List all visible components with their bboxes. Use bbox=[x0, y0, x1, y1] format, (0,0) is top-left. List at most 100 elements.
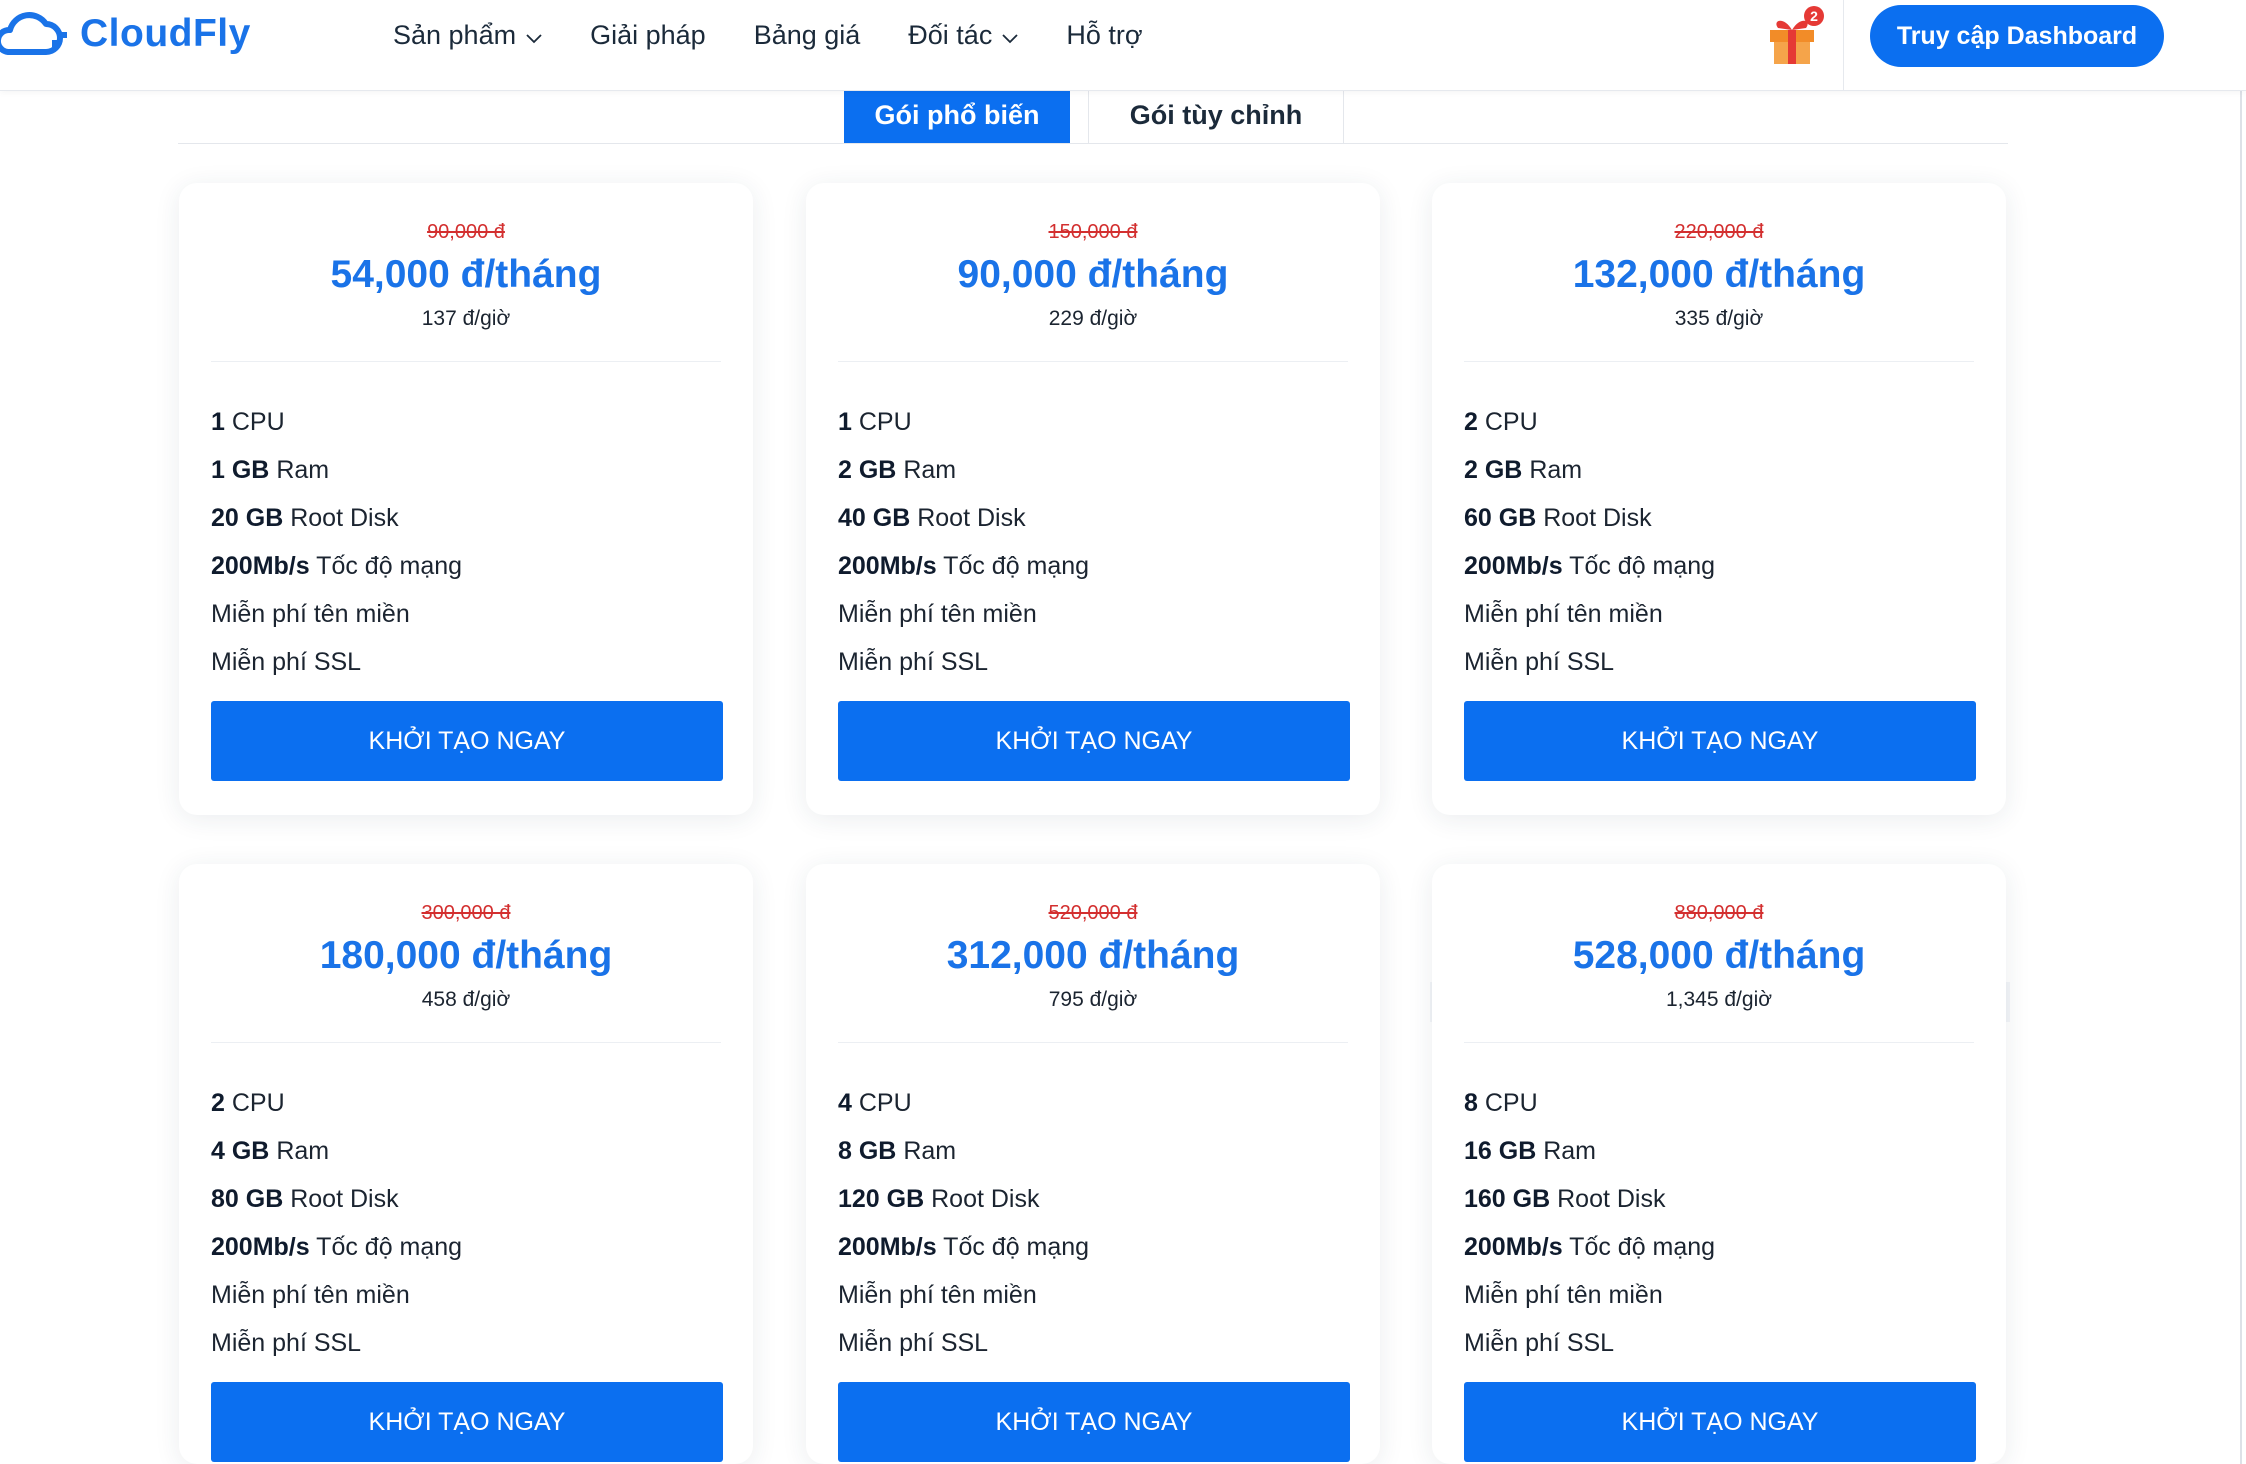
feature-label: CPU bbox=[858, 1089, 912, 1117]
feature-label: Ram bbox=[276, 1137, 330, 1165]
monthly-price: 528,000 đ/tháng bbox=[1572, 934, 1866, 977]
feature-cpu: 1 CPU bbox=[838, 408, 912, 437]
feature-ram: 2 GB Ram bbox=[1464, 456, 1582, 485]
create-now-button[interactable]: KHỞI TẠO NGAY bbox=[1464, 1382, 1976, 1462]
feature-ram: 4 GB Ram bbox=[211, 1137, 329, 1166]
feature-label: Root Disk bbox=[1543, 504, 1652, 532]
card-divider bbox=[211, 1042, 721, 1043]
feature-value: 200Mb/s bbox=[211, 1233, 310, 1261]
feature-free-domain: Miễn phí tên miền bbox=[1464, 1281, 1663, 1309]
feature-free-domain: Miễn phí tên miền bbox=[838, 1281, 1037, 1309]
feature-label: Root Disk bbox=[290, 1185, 399, 1213]
feature-network: 200Mb/s Tốc độ mạng bbox=[838, 552, 1089, 581]
feature-network: 200Mb/s Tốc độ mạng bbox=[1464, 1233, 1715, 1262]
nav-item-support[interactable]: Hỗ trợ bbox=[1066, 20, 1142, 51]
feature-ram: 8 GB Ram bbox=[838, 1137, 956, 1166]
feature-free-domain: Miễn phí tên miền bbox=[211, 1281, 410, 1309]
logo-text: CloudFly bbox=[80, 12, 251, 55]
feature-label: Tốc độ mạng bbox=[1569, 1233, 1716, 1261]
feature-label: Tốc độ mạng bbox=[316, 552, 463, 580]
tab-popular-plans[interactable]: Gói phổ biến bbox=[844, 88, 1070, 143]
feature-value: 2 bbox=[211, 1089, 225, 1117]
create-now-button[interactable]: KHỞI TẠO NGAY bbox=[838, 701, 1350, 781]
feature-value: 200Mb/s bbox=[838, 1233, 937, 1261]
plan-card: 90,000 đ 54,000 đ/tháng 137 đ/giờ 1 CPU 1 GB… bbox=[179, 183, 753, 815]
feature-value: 200Mb/s bbox=[838, 552, 937, 580]
dashboard-button[interactable]: Truy cập Dashboard bbox=[1870, 5, 2164, 67]
feature-disk: 120 GB Root Disk bbox=[838, 1185, 1040, 1214]
feature-label: Tốc độ mạng bbox=[943, 552, 1090, 580]
feature-cpu: 8 CPU bbox=[1464, 1089, 1538, 1118]
main-nav: Sản phẩm Giải pháp Bảng giá Đối tác Hỗ t… bbox=[393, 14, 1191, 56]
feature-label: Ram bbox=[276, 456, 330, 484]
card-divider bbox=[838, 1042, 1348, 1043]
create-now-button[interactable]: KHỞI TẠO NGAY bbox=[838, 1382, 1350, 1462]
original-price: 90,000 đ bbox=[427, 221, 505, 243]
feature-label: Root Disk bbox=[1557, 1185, 1666, 1213]
feature-label: Tốc độ mạng bbox=[316, 1233, 463, 1261]
feature-value: 2 bbox=[1464, 408, 1478, 436]
nav-item-label: Đối tác bbox=[908, 19, 993, 50]
feature-value: 160 GB bbox=[1464, 1185, 1551, 1213]
feature-value: 8 GB bbox=[838, 1137, 897, 1165]
feature-label: CPU bbox=[231, 1089, 285, 1117]
feature-value: 8 bbox=[1464, 1089, 1478, 1117]
create-now-button[interactable]: KHỞI TẠO NGAY bbox=[211, 701, 723, 781]
header-divider bbox=[1843, 0, 1844, 90]
tabs-divider bbox=[178, 143, 2008, 144]
plan-card: 300,000 đ 180,000 đ/tháng 458 đ/giờ 2 CPU 4 … bbox=[179, 864, 753, 1464]
hourly-price: 137 đ/giờ bbox=[421, 307, 511, 330]
plan-card: 220,000 đ 132,000 đ/tháng 335 đ/giờ 2 CPU 2 … bbox=[1432, 183, 2006, 815]
tab-custom-plans[interactable]: Gói tùy chỉnh bbox=[1088, 88, 1344, 143]
hourly-price: 335 đ/giờ bbox=[1674, 307, 1764, 330]
create-now-button[interactable]: KHỞI TẠO NGAY bbox=[1464, 701, 1976, 781]
feature-label: Tốc độ mạng bbox=[943, 1233, 1090, 1261]
feature-label: CPU bbox=[231, 408, 285, 436]
feature-network: 200Mb/s Tốc độ mạng bbox=[1464, 552, 1715, 581]
monthly-price: 90,000 đ/tháng bbox=[957, 253, 1229, 296]
nav-item-solutions[interactable]: Giải pháp bbox=[590, 20, 706, 51]
nav-item-label: Hỗ trợ bbox=[1066, 19, 1143, 50]
card-divider bbox=[1464, 1042, 1974, 1043]
nav-item-label: Bảng giá bbox=[753, 19, 861, 50]
feature-value: 1 bbox=[838, 408, 852, 436]
feature-value: 200Mb/s bbox=[1464, 552, 1563, 580]
plan-card: 150,000 đ 90,000 đ/tháng 229 đ/giờ 1 CPU 2 G… bbox=[806, 183, 1380, 815]
feature-free-ssl: Miễn phí SSL bbox=[211, 648, 362, 676]
create-now-button[interactable]: KHỞI TẠO NGAY bbox=[211, 1382, 723, 1462]
chevron-down-icon bbox=[1002, 20, 1018, 51]
nav-item-products[interactable]: Sản phẩm bbox=[393, 20, 542, 51]
feature-ram: 1 GB Ram bbox=[211, 456, 329, 485]
plan-card: 880,000 đ 528,000 đ/tháng 1,345 đ/giờ 8 CPU… bbox=[1432, 864, 2006, 1464]
feature-network: 200Mb/s Tốc độ mạng bbox=[838, 1233, 1089, 1262]
nav-item-partners[interactable]: Đối tác bbox=[908, 20, 1018, 51]
gift-button[interactable]: 2 bbox=[1766, 6, 1824, 66]
feature-cpu: 4 CPU bbox=[838, 1089, 912, 1118]
site-header: CloudFly Sản phẩm Giải pháp Bảng giá Đối… bbox=[0, 0, 2246, 91]
feature-cpu: 1 CPU bbox=[211, 408, 285, 437]
feature-value: 200Mb/s bbox=[211, 552, 310, 580]
notification-badge: 2 bbox=[1804, 6, 1824, 26]
feature-value: 2 GB bbox=[838, 456, 897, 484]
nav-item-pricing[interactable]: Bảng giá bbox=[754, 20, 861, 51]
monthly-price: 54,000 đ/tháng bbox=[330, 253, 602, 296]
feature-free-ssl: Miễn phí SSL bbox=[1464, 1329, 1615, 1357]
feature-free-ssl: Miễn phí SSL bbox=[838, 648, 989, 676]
feature-label: Ram bbox=[1543, 1137, 1597, 1165]
monthly-price: 132,000 đ/tháng bbox=[1572, 253, 1866, 296]
plan-card: 520,000 đ 312,000 đ/tháng 795 đ/giờ 4 CPU 8 … bbox=[806, 864, 1380, 1464]
feature-label: Root Disk bbox=[290, 504, 399, 532]
monthly-price: 180,000 đ/tháng bbox=[319, 934, 613, 977]
feature-value: 4 bbox=[838, 1089, 852, 1117]
feature-disk: 20 GB Root Disk bbox=[211, 504, 399, 533]
feature-free-ssl: Miễn phí SSL bbox=[1464, 648, 1615, 676]
feature-value: 60 GB bbox=[1464, 504, 1537, 532]
card-divider bbox=[1464, 361, 1974, 362]
feature-free-domain: Miễn phí tên miền bbox=[838, 600, 1037, 628]
original-price: 220,000 đ bbox=[1674, 221, 1764, 243]
feature-label: Root Disk bbox=[917, 504, 1026, 532]
feature-value: 2 GB bbox=[1464, 456, 1523, 484]
logo[interactable]: CloudFly bbox=[0, 2, 251, 66]
feature-value: 4 GB bbox=[211, 1137, 270, 1165]
cloud-logo-icon bbox=[0, 12, 67, 55]
